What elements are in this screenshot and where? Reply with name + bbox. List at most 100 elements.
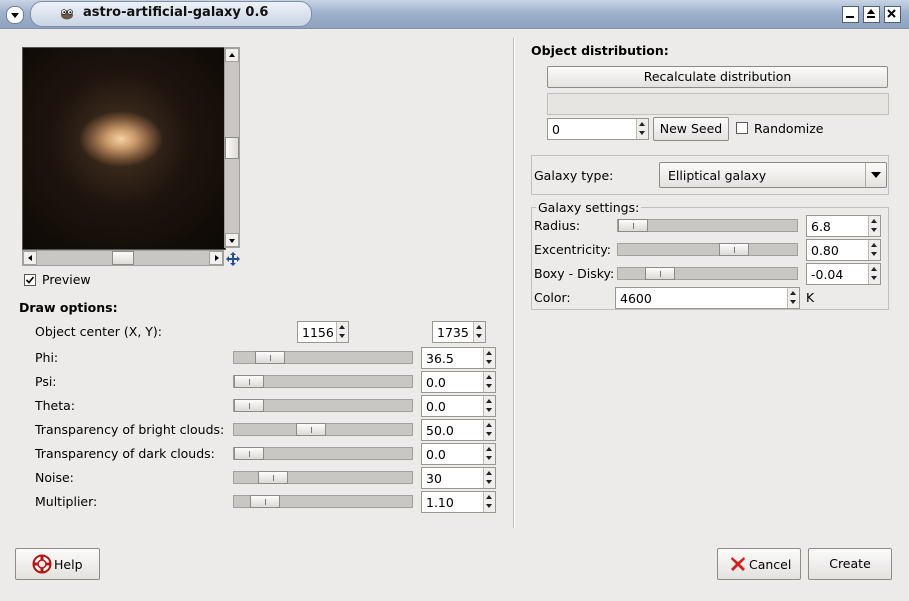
scroll-up-arrow-icon[interactable] <box>225 48 239 62</box>
spin-arrows-icon[interactable] <box>868 240 880 260</box>
color-temperature-spin[interactable]: 4600 <box>615 287 800 309</box>
create-button[interactable]: Create <box>808 548 892 580</box>
spin-arrows-icon[interactable] <box>787 288 799 308</box>
navigate-move-icon[interactable] <box>226 252 240 266</box>
help-lifebuoy-icon <box>32 554 52 574</box>
slider-value-spin[interactable]: 0.0 <box>421 395 496 417</box>
object-center-x-value: 1156 <box>302 325 334 340</box>
help-label: Help <box>54 557 83 572</box>
slider-track[interactable] <box>233 495 413 508</box>
object-center-y-spin[interactable]: 1735 <box>432 321 486 343</box>
seed-spin[interactable]: 0 <box>547 118 649 140</box>
gimp-icon <box>61 9 73 20</box>
slider-track[interactable] <box>617 267 798 280</box>
slider-value: 0.0 <box>426 399 446 414</box>
window-title: astro-artificial-galaxy 0.6 <box>83 5 269 20</box>
slider-label: Noise: <box>35 470 74 485</box>
slider-label: Excentricity: <box>534 242 612 257</box>
close-icon <box>887 9 896 18</box>
slider-track[interactable] <box>233 471 413 484</box>
slider-value: 30 <box>426 471 442 486</box>
slider-track[interactable] <box>233 423 413 436</box>
seed-value: 0 <box>552 122 560 137</box>
spin-arrows-icon[interactable] <box>483 372 495 392</box>
scroll-left-arrow-icon[interactable] <box>23 251 37 265</box>
slider-track[interactable] <box>617 219 798 232</box>
spin-arrows-icon[interactable] <box>483 420 495 440</box>
slider-thumb[interactable] <box>719 243 749 256</box>
recalculate-distribution-label: Recalculate distribution <box>643 69 792 84</box>
spin-arrows-icon[interactable] <box>473 322 485 342</box>
slider-thumb[interactable] <box>234 375 264 388</box>
scroll-right-arrow-icon[interactable] <box>209 251 223 265</box>
spin-arrows-icon[interactable] <box>636 119 648 139</box>
scroll-down-arrow-icon[interactable] <box>225 233 239 247</box>
slider-track[interactable] <box>617 243 798 256</box>
maximize-button[interactable] <box>863 6 880 23</box>
slider-value-spin[interactable]: 30 <box>421 467 496 489</box>
object-distribution-heading: Object distribution: <box>531 43 669 58</box>
vertical-scroll-thumb[interactable] <box>225 137 239 159</box>
horizontal-scroll-thumb[interactable] <box>112 251 134 265</box>
color-temperature-value: 4600 <box>620 291 652 306</box>
galaxy-type-dropdown[interactable]: Elliptical galaxy <box>659 162 887 188</box>
slider-thumb[interactable] <box>255 351 285 364</box>
spin-arrows-icon[interactable] <box>483 396 495 416</box>
minimize-button[interactable] <box>842 6 859 23</box>
spin-arrows-icon[interactable] <box>868 216 880 236</box>
recalculate-distribution-button[interactable]: Recalculate distribution <box>547 66 888 88</box>
preview-checkbox[interactable] <box>24 274 36 286</box>
slider-value-spin[interactable]: 0.0 <box>421 443 496 465</box>
slider-track[interactable] <box>233 399 413 412</box>
slider-thumb[interactable] <box>645 267 675 280</box>
slider-label: Theta: <box>35 398 76 413</box>
slider-thumb[interactable] <box>618 219 648 232</box>
preview-horizontal-scrollbar[interactable] <box>22 250 224 266</box>
plugin-dialog: astro-artificial-galaxy 0.6 Preview Draw… <box>0 0 909 601</box>
cancel-button[interactable]: Cancel <box>717 548 801 580</box>
slider-value: 0.0 <box>426 447 446 462</box>
galaxy-preview[interactable] <box>22 47 226 250</box>
slider-value-spin[interactable]: 0.80 <box>806 239 881 261</box>
spin-arrows-icon[interactable] <box>483 444 495 464</box>
spin-arrows-icon[interactable] <box>336 322 348 342</box>
slider-track[interactable] <box>233 375 413 388</box>
close-button[interactable] <box>884 6 901 23</box>
slider-track[interactable] <box>233 447 413 460</box>
slider-value-spin[interactable]: 6.8 <box>806 215 881 237</box>
slider-label: Transparency of bright clouds: <box>35 422 225 437</box>
slider-thumb[interactable] <box>234 399 264 412</box>
slider-value-spin[interactable]: 1.10 <box>421 491 496 513</box>
slider-value: -0.04 <box>811 267 844 282</box>
chevron-down-icon <box>865 163 886 187</box>
help-button[interactable]: Help <box>15 548 100 580</box>
new-seed-button[interactable]: New Seed <box>653 117 729 141</box>
color-unit-label: K <box>806 290 815 305</box>
slider-track[interactable] <box>233 351 413 364</box>
checkmark-icon <box>25 276 35 284</box>
slider-thumb[interactable] <box>258 471 288 484</box>
create-label: Create <box>829 556 871 571</box>
slider-value-spin[interactable]: 0.0 <box>421 371 496 393</box>
slider-value-spin[interactable]: 36.5 <box>421 347 496 369</box>
preview-label: Preview <box>42 272 91 287</box>
galaxy-type-selected: Elliptical galaxy <box>668 168 767 183</box>
title-tab: astro-artificial-galaxy 0.6 <box>30 1 312 27</box>
slider-value-spin[interactable]: 50.0 <box>421 419 496 441</box>
spin-arrows-icon[interactable] <box>868 264 880 284</box>
slider-thumb[interactable] <box>234 447 264 460</box>
spin-arrows-icon[interactable] <box>483 468 495 488</box>
galaxy-settings-legend: Galaxy settings: <box>536 200 642 215</box>
spin-arrows-icon[interactable] <box>483 492 495 512</box>
preview-vertical-scrollbar[interactable] <box>224 47 240 248</box>
slider-thumb[interactable] <box>250 495 280 508</box>
object-center-y-value: 1735 <box>437 325 469 340</box>
slider-value-spin[interactable]: -0.04 <box>806 263 881 285</box>
window-menu-button[interactable] <box>6 6 24 24</box>
object-center-x-spin[interactable]: 1156 <box>297 321 349 343</box>
randomize-checkbox[interactable] <box>736 122 748 134</box>
spin-arrows-icon[interactable] <box>483 348 495 368</box>
slider-label: Radius: <box>534 218 581 233</box>
slider-thumb[interactable] <box>296 423 326 436</box>
slider-label: Transparency of dark clouds: <box>35 446 215 461</box>
